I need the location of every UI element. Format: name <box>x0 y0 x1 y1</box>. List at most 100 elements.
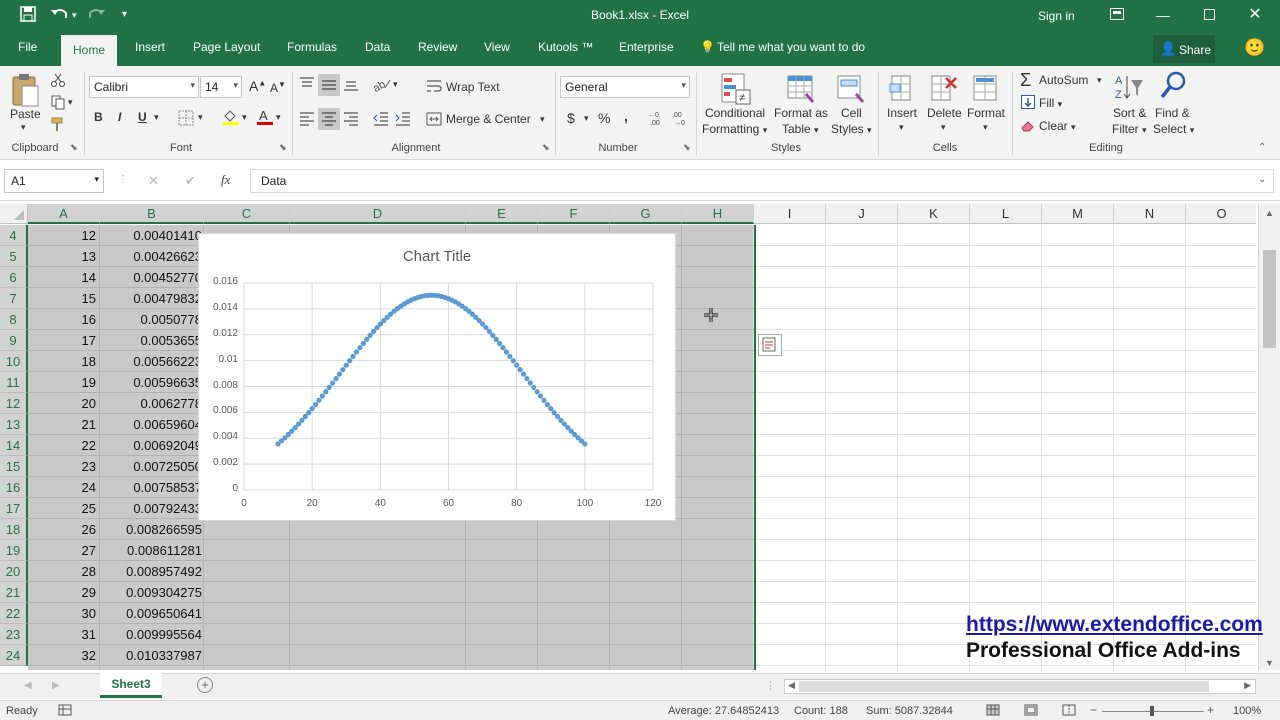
row-header[interactable]: 7 <box>0 288 28 309</box>
underline-dropdown-icon[interactable]: ▾ <box>154 112 159 123</box>
data-point[interactable] <box>333 375 339 382</box>
data-point[interactable] <box>544 401 550 408</box>
sort-filter-label-1[interactable]: Sort & <box>1113 106 1146 120</box>
cell-a[interactable]: 26 <box>28 519 100 540</box>
data-point[interactable] <box>367 332 373 338</box>
wrap-text-button[interactable]: Wrap Text <box>446 80 500 94</box>
format-as-table-label-1[interactable]: Format as <box>774 106 828 120</box>
data-point[interactable] <box>490 332 496 338</box>
prev-sheet-icon[interactable]: ◀ <box>24 680 32 691</box>
data-point[interactable] <box>507 353 513 359</box>
cell-b[interactable]: 0.00426623 <box>100 246 204 267</box>
data-point[interactable] <box>510 358 516 364</box>
column-header-n[interactable]: N <box>1114 204 1186 224</box>
row-header[interactable]: 18 <box>0 519 28 540</box>
row-header[interactable]: 17 <box>0 498 28 519</box>
data-point[interactable] <box>534 389 540 395</box>
format-as-table-label-2[interactable]: Table ▾ <box>782 122 819 136</box>
copy-icon[interactable] <box>50 94 66 113</box>
row-header[interactable]: 13 <box>0 414 28 435</box>
currency-dropdown-icon[interactable]: ▾ <box>584 113 589 124</box>
paste-dropdown-icon[interactable]: ▾ <box>21 122 26 133</box>
enter-formula-icon[interactable]: ✔ <box>185 173 196 189</box>
italic-button[interactable]: I <box>118 110 121 124</box>
delete-cells-button[interactable]: Delete <box>927 106 962 120</box>
clipboard-launcher-icon[interactable]: ⬊ <box>70 142 78 153</box>
font-size-select[interactable]: 14 ▾ <box>200 76 242 98</box>
sheet-tab-sheet3[interactable]: Sheet3 <box>100 673 162 698</box>
percent-button[interactable]: % <box>598 110 610 126</box>
name-box[interactable]: A1 ▾ <box>4 169 104 193</box>
cell-a[interactable]: 30 <box>28 603 100 624</box>
row-header[interactable]: 8 <box>0 309 28 330</box>
data-point[interactable] <box>514 362 520 368</box>
data-point[interactable] <box>531 384 537 390</box>
cell-b[interactable]: 0.00792433 <box>100 498 204 519</box>
row-header[interactable]: 12 <box>0 393 28 414</box>
zoom-slider-thumb[interactable] <box>1150 706 1154 716</box>
cell-styles-label-2[interactable]: Styles ▾ <box>831 122 872 136</box>
eraser-icon[interactable] <box>1021 118 1035 135</box>
cell-a[interactable]: 31 <box>28 624 100 645</box>
data-point[interactable] <box>306 409 312 416</box>
cell-b[interactable]: 0.0053655 <box>100 330 204 351</box>
column-header-o[interactable]: O <box>1186 204 1256 224</box>
data-point[interactable] <box>347 358 353 364</box>
cell-b[interactable]: 0.010337987 <box>100 645 204 666</box>
next-sheet-icon[interactable]: ▶ <box>52 680 60 691</box>
tab-page-layout[interactable]: Page Layout <box>193 40 260 54</box>
tab-data[interactable]: Data <box>365 40 390 54</box>
cell-b[interactable]: 0.00659604 <box>100 414 204 435</box>
tell-me-input[interactable]: Tell me what you want to do <box>717 40 865 54</box>
column-header-f[interactable]: F <box>538 204 610 224</box>
data-point[interactable] <box>493 336 499 342</box>
zoom-level[interactable]: 100% <box>1233 705 1261 717</box>
scroll-up-icon[interactable]: ▲ <box>1265 208 1274 218</box>
alignment-launcher-icon[interactable]: ⬊ <box>542 142 550 153</box>
select-all-corner[interactable] <box>0 204 28 224</box>
vertical-scroll-thumb[interactable] <box>1263 250 1276 348</box>
page-break-view-icon[interactable] <box>1062 704 1076 719</box>
decrease-font-icon[interactable]: A▼ <box>270 80 286 95</box>
column-header-k[interactable]: K <box>898 204 970 224</box>
data-point[interactable] <box>551 409 557 416</box>
column-header-h[interactable]: H <box>682 204 754 224</box>
data-point[interactable] <box>357 345 363 351</box>
quick-analysis-icon[interactable] <box>758 334 782 356</box>
conditional-formatting-label-2[interactable]: Formatting ▾ <box>702 122 767 136</box>
cell-a[interactable]: 28 <box>28 561 100 582</box>
cell-a[interactable]: 29 <box>28 582 100 603</box>
tab-formulas[interactable]: Formulas <box>287 40 337 54</box>
tab-review[interactable]: Review <box>418 40 457 54</box>
align-top-icon[interactable] <box>298 76 316 95</box>
increase-indent-icon[interactable] <box>394 110 412 129</box>
data-point[interactable] <box>312 401 319 408</box>
cell-b[interactable]: 0.00401410 <box>100 225 204 246</box>
data-point[interactable] <box>582 441 588 447</box>
watermark-url[interactable]: https://www.extendoffice.com <box>966 613 1263 637</box>
data-point[interactable] <box>302 413 308 420</box>
column-header-m[interactable]: M <box>1042 204 1114 224</box>
column-header-a[interactable]: A <box>28 204 100 224</box>
cell-a[interactable]: 32 <box>28 645 100 666</box>
cell-b[interactable]: 0.0050778 <box>100 309 204 330</box>
align-center-icon[interactable] <box>318 108 340 130</box>
borders-icon[interactable] <box>178 110 194 129</box>
comma-button[interactable]: , <box>624 108 628 124</box>
fill-color-icon[interactable] <box>222 108 240 129</box>
orientation-icon[interactable]: ab <box>371 76 392 95</box>
horizontal-scrollbar[interactable]: ◀ ▶ <box>784 679 1256 694</box>
cell-a[interactable]: 13 <box>28 246 100 267</box>
data-point[interactable] <box>353 349 360 355</box>
data-point[interactable] <box>541 397 547 403</box>
cell-a[interactable]: 18 <box>28 351 100 372</box>
format-cells-button[interactable]: Format <box>967 106 1005 120</box>
font-color-dropdown-icon[interactable]: ▾ <box>276 112 281 123</box>
cell-styles-icon[interactable] <box>836 72 866 109</box>
autosum-button[interactable]: AutoSum <box>1039 73 1088 87</box>
close-icon[interactable]: ✕ <box>1240 4 1270 26</box>
tab-kutools[interactable]: Kutools ™ <box>538 40 593 54</box>
number-launcher-icon[interactable]: ⬊ <box>683 142 691 153</box>
data-point[interactable] <box>524 375 530 382</box>
scroll-left-icon[interactable]: ◀ <box>788 680 795 691</box>
